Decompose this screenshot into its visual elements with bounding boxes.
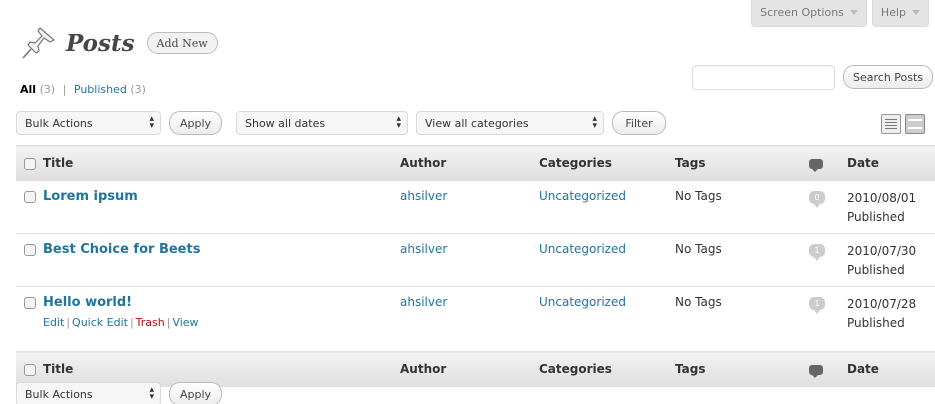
apply-button[interactable]: Apply [169, 111, 222, 135]
tags-value: No Tags [675, 233, 809, 287]
help-label: Help [880, 6, 906, 19]
bulk-actions-value: Bulk Actions [25, 387, 93, 401]
add-new-button[interactable]: Add New [146, 32, 218, 54]
status-filters: All (3) | Published (3) [20, 83, 146, 96]
trash-link[interactable]: Trash [136, 316, 165, 329]
filter-published-link[interactable]: Published [74, 83, 127, 96]
post-date: 2010/07/28 [847, 297, 917, 311]
category-link[interactable]: Uncategorized [539, 295, 626, 309]
posts-table: Title Author Categories Tags Date Lorem … [16, 145, 935, 387]
column-footer-tags: Tags [675, 351, 809, 387]
view-link[interactable]: View [172, 316, 198, 329]
select-all-checkbox[interactable] [24, 157, 36, 170]
chevron-down-icon [912, 10, 920, 15]
screen-options-label: Screen Options [760, 6, 844, 19]
row-checkbox[interactable] [24, 244, 36, 256]
filter-all-count: (3) [39, 83, 56, 96]
select-arrows-icon: ▴ ▾ [149, 385, 154, 402]
filter-all-link[interactable]: All [20, 83, 36, 96]
tags-value: No Tags [675, 180, 809, 234]
view-switch [881, 114, 925, 134]
table-header-row: Title Author Categories Tags Date [16, 145, 935, 181]
comment-count-bubble[interactable]: 1 [809, 297, 825, 314]
category-link[interactable]: Uncategorized [539, 242, 626, 256]
select-arrows-icon: ▴ ▾ [149, 114, 154, 131]
apply-button-bottom[interactable]: Apply [169, 382, 222, 404]
post-status: Published [847, 210, 905, 224]
post-date: 2010/07/30 [847, 244, 917, 258]
screen-meta-links: Screen Options Help [751, 0, 929, 27]
bulk-actions-select[interactable]: Bulk Actions ▴ ▾ [16, 111, 161, 135]
tablenav-bottom: Bulk Actions ▴ ▾ Apply [16, 382, 222, 404]
post-title-link[interactable]: Best Choice for Beets [43, 242, 200, 257]
categories-select-value: View all categories [425, 116, 529, 130]
select-arrows-icon: ▴ ▾ [396, 114, 401, 131]
dates-select-value: Show all dates [245, 116, 326, 130]
list-view-icon[interactable] [881, 114, 901, 134]
post-title-link[interactable]: Hello world! [43, 295, 132, 310]
quick-edit-link[interactable]: Quick Edit [72, 316, 128, 329]
column-footer-date[interactable]: Date [847, 351, 935, 387]
bulk-actions-select-bottom[interactable]: Bulk Actions ▴ ▾ [16, 382, 161, 404]
edit-link[interactable]: Edit [43, 316, 64, 329]
comments-icon [809, 158, 823, 172]
page-header: Posts Add New [20, 24, 218, 62]
comment-count-bubble[interactable]: 1 [809, 244, 825, 261]
page-title: Posts [66, 29, 135, 57]
comment-count-bubble[interactable]: 0 [809, 191, 825, 208]
help-button[interactable]: Help [871, 0, 929, 27]
categories-select[interactable]: View all categories ▴ ▾ [416, 111, 604, 135]
column-footer-categories: Categories [539, 351, 675, 387]
filter-button[interactable]: Filter [612, 111, 666, 135]
column-footer-author: Author [400, 351, 539, 387]
tags-value: No Tags [675, 286, 809, 352]
search-input[interactable] [692, 65, 835, 90]
filter-separator: | [62, 83, 67, 96]
row-checkbox[interactable] [24, 191, 36, 203]
pushpin-icon [22, 27, 55, 59]
bulk-actions-value: Bulk Actions [25, 116, 93, 130]
category-link[interactable]: Uncategorized [539, 189, 626, 203]
author-link[interactable]: ahsilver [400, 295, 447, 309]
column-header-date[interactable]: Date [847, 145, 935, 181]
row-checkbox[interactable] [24, 297, 36, 309]
chevron-down-icon [849, 10, 858, 15]
column-header-categories: Categories [539, 145, 675, 181]
search-posts-button[interactable]: Search Posts [843, 65, 934, 89]
excerpt-view-icon[interactable] [905, 114, 925, 134]
column-header-author: Author [400, 145, 539, 181]
author-link[interactable]: ahsilver [400, 242, 447, 256]
search-box: Search Posts [692, 65, 934, 90]
screen-options-button[interactable]: Screen Options [751, 0, 867, 27]
table-row: Lorem ipsum ahsilver Uncategorized No Ta… [16, 180, 935, 234]
filter-published-count: (3) [130, 83, 146, 96]
post-status: Published [847, 263, 905, 277]
comments-icon [809, 364, 823, 378]
dates-select[interactable]: Show all dates ▴ ▾ [236, 111, 408, 135]
select-all-checkbox[interactable] [24, 363, 36, 376]
table-row: Hello world! Edit | Quick Edit | Trash | View … [16, 286, 935, 352]
action-separator: | [66, 316, 71, 329]
post-title-link[interactable]: Lorem ipsum [43, 189, 138, 204]
column-header-comments [809, 145, 847, 181]
column-header-title[interactable]: Title [43, 145, 400, 181]
post-status: Published [847, 316, 905, 330]
column-footer-comments [809, 351, 847, 387]
action-separator: | [129, 316, 134, 329]
table-row: Best Choice for Beets ahsilver Uncategor… [16, 233, 935, 287]
tablenav-top: Bulk Actions ▴ ▾ Apply Show all dates ▴ ▾ … [16, 111, 666, 135]
column-header-tags: Tags [675, 145, 809, 181]
post-date: 2010/08/01 [847, 191, 917, 205]
row-actions: Edit | Quick Edit | Trash | View [43, 316, 400, 329]
author-link[interactable]: ahsilver [400, 189, 447, 203]
action-separator: | [166, 316, 171, 329]
select-arrows-icon: ▴ ▾ [592, 114, 597, 131]
